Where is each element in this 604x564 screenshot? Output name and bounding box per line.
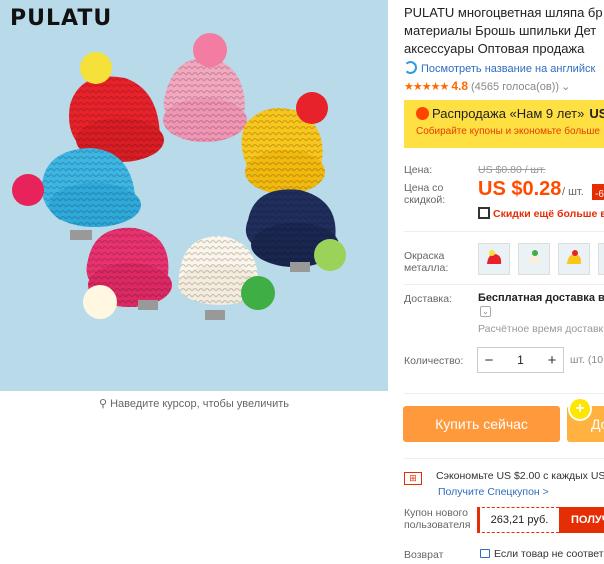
discount-badge: -6 bbox=[592, 184, 604, 200]
knit-hat-brooches-photo bbox=[12, 33, 346, 320]
special-coupon-link[interactable]: Получите Спецкупон > bbox=[438, 486, 549, 498]
shipping-value[interactable]: Бесплатная доставка в bbox=[478, 292, 604, 304]
blue-hat bbox=[12, 148, 141, 240]
quantity-stepper: − 1 + bbox=[477, 347, 564, 373]
divider bbox=[404, 284, 604, 285]
qr-code-icon bbox=[478, 207, 490, 219]
sale-dot-icon bbox=[416, 107, 429, 120]
yellow-hat-thumb-icon bbox=[567, 250, 582, 264]
current-price: US $0.28 bbox=[478, 178, 562, 200]
return-policy: Если товар не соответ bbox=[480, 548, 604, 560]
color-label: Окраска металла: bbox=[404, 250, 448, 274]
new-user-coupon-label-line: Купон нового bbox=[404, 507, 468, 519]
gift-icon: ⊞ bbox=[404, 472, 422, 485]
buy-now-button[interactable]: Купить сейчас bbox=[403, 406, 560, 442]
zoom-hint-text: Наведите курсор, чтобы увеличить bbox=[110, 398, 289, 410]
shipping-label: Доставка: bbox=[404, 293, 453, 305]
plus-badge-icon: + bbox=[570, 399, 590, 419]
delivery-estimate: Расчётное время доставк bbox=[478, 323, 604, 335]
quantity-minus-button[interactable]: − bbox=[478, 352, 500, 369]
translate-link-text: Посмотреть название на английск bbox=[421, 63, 596, 75]
magnifier-icon: ⚲ bbox=[99, 398, 108, 410]
new-user-coupon-label: Купон нового пользователя bbox=[404, 507, 471, 531]
quantity-available: шт. (10 bbox=[570, 354, 604, 366]
sale-banner[interactable]: Распродажа «Нам 9 лет» US Собирайте купон… bbox=[404, 100, 604, 148]
chevron-down-icon[interactable]: ⌄ bbox=[480, 306, 491, 317]
pink-hat bbox=[163, 33, 247, 142]
save-offer: ⊞ Сэкономьте US $2.00 с каждых US bbox=[404, 470, 604, 485]
quantity-plus-button[interactable]: + bbox=[541, 352, 563, 369]
star-rating-icon: ★★★★★ bbox=[404, 81, 449, 93]
discount-price-label: Цена со скидкой: bbox=[404, 182, 445, 206]
white-hat-thumb-icon bbox=[527, 250, 542, 264]
product-title-line: материалы Брошь шпильки Дет bbox=[404, 23, 597, 38]
price-per-unit: / шт. bbox=[562, 186, 584, 198]
sale-banner-suffix: US bbox=[589, 106, 604, 121]
color-option-blue[interactable] bbox=[598, 243, 604, 275]
return-icon bbox=[480, 549, 490, 558]
translate-link[interactable]: Посмотреть название на английск bbox=[404, 61, 595, 75]
divider bbox=[404, 231, 604, 232]
more-discounts-link[interactable]: Скидки ещё больше в bbox=[478, 207, 604, 220]
quantity-input[interactable]: 1 bbox=[500, 353, 541, 367]
product-title-line: аксессуары Оптовая продажа bbox=[404, 41, 585, 56]
rating-score: 4.8 bbox=[451, 79, 468, 93]
more-discounts-text: Скидки ещё больше в bbox=[493, 208, 604, 220]
color-option-red[interactable] bbox=[478, 243, 510, 275]
coupon-value: 263,21 руб. bbox=[477, 507, 559, 533]
return-label: Возврат bbox=[404, 549, 444, 561]
save-offer-text: Сэкономьте US $2.00 с каждых US bbox=[436, 470, 604, 482]
navy-hat bbox=[245, 189, 346, 272]
color-label-line: металла: bbox=[404, 262, 449, 274]
product-title-line: PULATU многоцветная шляпа бр bbox=[404, 5, 603, 20]
divider bbox=[404, 393, 604, 394]
chevron-down-icon: ⌄ bbox=[561, 81, 571, 93]
color-option-yellow[interactable] bbox=[558, 243, 590, 275]
product-image[interactable]: PULATU bbox=[0, 0, 388, 391]
discount-price-label-line: скидкой: bbox=[404, 194, 446, 206]
return-policy-text: Если товар не соответ bbox=[494, 548, 604, 560]
color-options bbox=[478, 243, 604, 275]
color-label-line: Окраска bbox=[404, 250, 445, 262]
zoom-hint: ⚲ Наведите курсор, чтобы увеличить bbox=[0, 397, 388, 410]
sale-banner-subtitle: Собирайте купоны и экономьте больше bbox=[416, 126, 600, 137]
red-hat bbox=[69, 52, 164, 162]
price-label: Цена: bbox=[404, 164, 433, 176]
quantity-label: Количество: bbox=[404, 355, 464, 367]
brand-logo: PULATU bbox=[10, 6, 113, 31]
yellow-hat bbox=[241, 92, 328, 194]
get-coupon-button[interactable]: ПОЛУЧ bbox=[559, 507, 604, 533]
sale-banner-title: Распродажа «Нам 9 лет» bbox=[432, 106, 585, 121]
old-price: US $0.80 / шт. bbox=[478, 164, 546, 176]
new-user-coupon-label-line: пользователя bbox=[404, 519, 471, 531]
translate-icon bbox=[404, 61, 417, 74]
discount-badge-text: -6 bbox=[595, 189, 604, 200]
magenta-hat bbox=[83, 227, 172, 319]
rating[interactable]: ★★★★★ 4.8 (4565 голоса(ов)) ⌄ bbox=[404, 79, 570, 93]
divider bbox=[404, 458, 604, 459]
red-hat-thumb-icon bbox=[487, 250, 502, 264]
discount-price-label-line: Цена со bbox=[404, 182, 444, 194]
rating-votes: (4565 голоса(ов)) bbox=[471, 81, 560, 93]
color-option-white[interactable] bbox=[518, 243, 550, 275]
product-title: PULATU многоцветная шляпа бр материалы Б… bbox=[404, 4, 604, 58]
